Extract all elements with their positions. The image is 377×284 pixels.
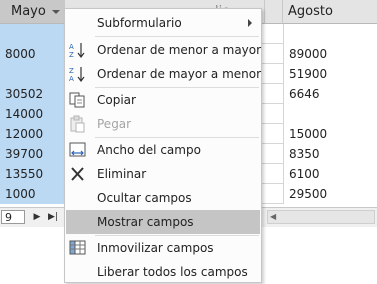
cell-mayo[interactable]: 39700 bbox=[0, 144, 65, 164]
cell-agosto[interactable]: 6646 bbox=[283, 84, 377, 104]
horizontal-scrollbar[interactable]: ◀ bbox=[267, 210, 375, 224]
cell-mayo[interactable] bbox=[0, 24, 65, 44]
svg-text:Z: Z bbox=[69, 51, 74, 59]
submenu-arrow-icon bbox=[248, 19, 252, 27]
column-header-agosto[interactable]: Agosto bbox=[283, 0, 377, 24]
delete-icon bbox=[68, 165, 88, 183]
cell-agosto[interactable]: 15000 bbox=[283, 124, 377, 144]
menu-item-label: Ordenar de menor a mayor bbox=[97, 43, 262, 57]
sort-descending-icon: Z A bbox=[68, 65, 88, 83]
menu-item-label: Inmovilizar campos bbox=[97, 241, 214, 255]
cell-mayo[interactable]: 14000 bbox=[0, 104, 65, 124]
cell-agosto[interactable]: 8350 bbox=[283, 144, 377, 164]
menu-item-label: Ancho del campo bbox=[97, 143, 201, 157]
menu-item-mostrar-campos[interactable]: Mostrar campos bbox=[66, 210, 260, 234]
cell-agosto[interactable] bbox=[283, 24, 377, 44]
menu-item-copiar[interactable]: Copiar bbox=[66, 88, 260, 112]
cell-mayo[interactable]: 1000 bbox=[0, 184, 65, 204]
menu-item-label: Eliminar bbox=[97, 167, 147, 181]
menu-item-inmovilizar-campos[interactable]: Inmovilizar campos bbox=[66, 236, 260, 260]
column-header-mayo[interactable]: Mayo bbox=[0, 0, 65, 24]
paste-icon bbox=[68, 115, 88, 133]
menu-item-label: Ordenar de mayor a menor bbox=[97, 67, 262, 81]
menu-item-label: Liberar todos los campos bbox=[97, 265, 248, 279]
freeze-fields-icon bbox=[68, 239, 88, 257]
menu-item-eliminar[interactable]: Eliminar bbox=[66, 162, 260, 186]
cell-agosto[interactable]: 89000 bbox=[283, 44, 377, 64]
svg-text:A: A bbox=[69, 75, 74, 83]
column-header-agosto-label: Agosto bbox=[288, 4, 333, 19]
copy-icon bbox=[68, 91, 88, 109]
context-menu: Subformulario A Z Ordenar de menor a may… bbox=[64, 8, 262, 283]
menu-item-label: Ocultar campos bbox=[97, 191, 192, 205]
menu-item-label: Pegar bbox=[97, 117, 132, 131]
sort-ascending-icon: A Z bbox=[68, 41, 88, 59]
current-record-input[interactable]: 9 bbox=[1, 210, 25, 224]
cell-agosto[interactable]: 51900 bbox=[283, 64, 377, 84]
menu-item-pegar[interactable]: Pegar bbox=[66, 112, 260, 136]
column-header-mayo-label: Mayo bbox=[11, 4, 46, 19]
last-record-icon[interactable]: ▶| bbox=[46, 210, 60, 224]
menu-item-subformulario[interactable]: Subformulario bbox=[66, 11, 260, 35]
menu-item-liberar-todos[interactable]: Liberar todos los campos bbox=[66, 260, 260, 284]
menu-item-sort-descending[interactable]: Z A Ordenar de mayor a menor bbox=[66, 62, 262, 86]
column-dropdown-arrow-icon[interactable] bbox=[52, 10, 60, 14]
next-record-icon[interactable]: ▶ bbox=[30, 210, 44, 224]
column-width-icon bbox=[68, 141, 88, 159]
menu-item-ancho-del-campo[interactable]: Ancho del campo bbox=[66, 138, 260, 162]
menu-item-label: Mostrar campos bbox=[97, 215, 194, 229]
menu-item-sort-ascending[interactable]: A Z Ordenar de menor a mayor bbox=[66, 38, 262, 62]
svg-text:A: A bbox=[69, 43, 74, 51]
column-header-narrow[interactable] bbox=[265, 0, 283, 24]
scroll-left-icon[interactable]: ◀ bbox=[270, 211, 276, 223]
cell-mayo[interactable]: 12000 bbox=[0, 124, 65, 144]
menu-item-ocultar-campos[interactable]: Ocultar campos bbox=[66, 186, 260, 210]
cell-mayo[interactable] bbox=[0, 64, 65, 84]
cell-agosto[interactable] bbox=[283, 104, 377, 124]
cell-mayo[interactable]: 30502 bbox=[0, 84, 65, 104]
menu-item-label: Subformulario bbox=[97, 16, 182, 30]
cell-agosto[interactable]: 29500 bbox=[283, 184, 377, 204]
menu-item-label: Copiar bbox=[97, 93, 136, 107]
cell-mayo[interactable]: 8000 bbox=[0, 44, 65, 64]
menu-separator bbox=[95, 36, 259, 37]
cell-agosto[interactable]: 6100 bbox=[283, 164, 377, 184]
cell-mayo[interactable]: 13550 bbox=[0, 164, 65, 184]
svg-text:Z: Z bbox=[69, 67, 74, 75]
